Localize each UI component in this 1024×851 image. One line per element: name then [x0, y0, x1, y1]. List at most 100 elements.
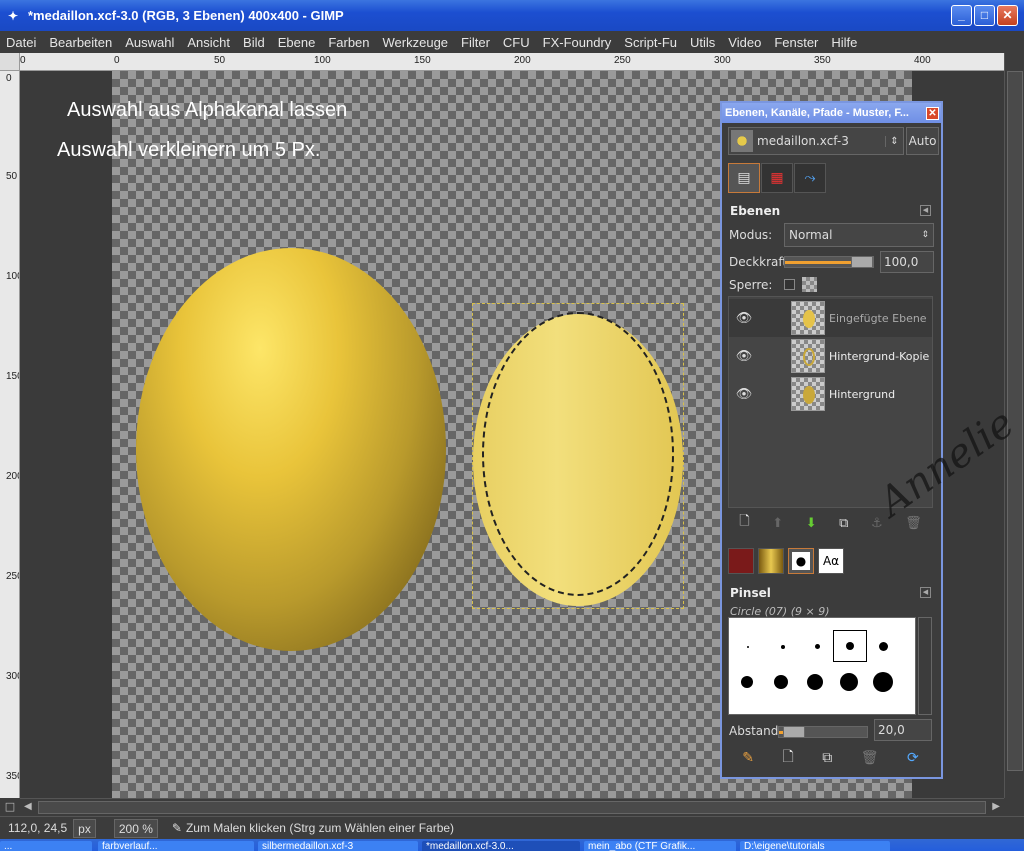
- eye-icon[interactable]: 👁: [729, 311, 759, 326]
- brush-grid[interactable]: [728, 617, 916, 715]
- brush-item[interactable]: [774, 675, 788, 689]
- taskbar-item[interactable]: *medaillon.xcf-3.0...: [422, 841, 580, 851]
- brush-item[interactable]: [741, 676, 753, 688]
- brush-item[interactable]: [807, 674, 823, 690]
- menu-fenster[interactable]: Fenster: [774, 35, 818, 50]
- navigate-icon[interactable]: [1004, 798, 1024, 816]
- menu-farben[interactable]: Farben: [328, 35, 369, 50]
- ruler-corner[interactable]: [0, 53, 20, 71]
- image-selector[interactable]: medaillon.xcf-3 ⇕: [728, 127, 904, 155]
- dock-titlebar[interactable]: Ebenen, Kanäle, Pfade - Muster, F... ✕: [722, 103, 941, 123]
- spacing-label: Abstand:: [729, 724, 783, 738]
- minimize-button[interactable]: _: [951, 5, 972, 26]
- horizontal-ruler[interactable]: 0 0 50 100 150 200 250 300 350 400: [20, 53, 1004, 71]
- tab-paths[interactable]: ⤳: [794, 163, 826, 193]
- vertical-ruler[interactable]: 0 50 100 150 200 250 300 350: [0, 71, 20, 798]
- menu-utils[interactable]: Utils: [690, 35, 715, 50]
- opacity-handle[interactable]: [851, 256, 873, 268]
- menu-filter[interactable]: Filter: [461, 35, 490, 50]
- lower-layer-icon[interactable]: ⬇: [806, 516, 817, 531]
- menu-bild[interactable]: Bild: [243, 35, 265, 50]
- tab-brushes[interactable]: ●: [788, 548, 814, 574]
- layer-row[interactable]: 👁 Eingefügte Ebene: [729, 299, 932, 337]
- lock-alpha-icon[interactable]: [802, 277, 817, 292]
- brush-item[interactable]: [879, 642, 888, 651]
- menu-video[interactable]: Video: [728, 35, 761, 50]
- brush-item[interactable]: [747, 646, 749, 648]
- menu-werkzeuge[interactable]: Werkzeuge: [383, 35, 449, 50]
- tab-patterns[interactable]: [728, 548, 754, 574]
- tab-fonts[interactable]: Aα: [818, 548, 844, 574]
- horizontal-scrollbar[interactable]: ◀ ▶: [20, 798, 1004, 816]
- spacing-slider[interactable]: [778, 726, 868, 738]
- zoom-select[interactable]: 200 %: [113, 818, 158, 838]
- menu-script-fu[interactable]: Script-Fu: [624, 35, 677, 50]
- brush-item[interactable]: [840, 673, 858, 691]
- eye-icon[interactable]: 👁: [729, 387, 759, 402]
- dock-close-button[interactable]: ✕: [926, 106, 939, 120]
- opacity-fill: [785, 261, 853, 264]
- new-layer-icon[interactable]: 🗋: [739, 512, 749, 534]
- brush-scrollbar[interactable]: [918, 617, 932, 715]
- menu-auswahl[interactable]: Auswahl: [125, 35, 174, 50]
- eye-icon[interactable]: 👁: [729, 349, 759, 364]
- delete-brush-icon[interactable]: 🗑: [861, 750, 879, 766]
- brush-item[interactable]: [781, 645, 785, 649]
- spacing-input[interactable]: 20,0: [874, 719, 932, 741]
- canvas-text-2: Auswahl verkleinern um 5 Px.: [57, 139, 321, 161]
- refresh-brushes-icon[interactable]: ⟳: [907, 750, 919, 766]
- taskbar-item[interactable]: mein_abo (CTF Grafik...: [584, 841, 736, 851]
- dropdown-icon[interactable]: ⇕: [885, 135, 903, 147]
- dropdown-icon: ⇕: [921, 230, 929, 240]
- opacity-input[interactable]: 100,0: [880, 251, 934, 273]
- close-button[interactable]: ✕: [997, 5, 1018, 26]
- channels-icon: ▦: [770, 170, 784, 186]
- auto-button[interactable]: Auto: [906, 127, 939, 155]
- menu-bearbeiten[interactable]: Bearbeiten: [49, 35, 112, 50]
- anchor-layer-icon[interactable]: ⚓: [871, 516, 883, 531]
- edit-brush-icon[interactable]: ✎: [742, 750, 754, 766]
- layer-row[interactable]: 👁 Hintergrund: [729, 375, 932, 413]
- tab-gradients[interactable]: [758, 548, 784, 574]
- ruler-label: 150: [414, 55, 431, 66]
- mode-select[interactable]: Normal ⇕: [784, 223, 934, 247]
- tab-layers[interactable]: ▤: [728, 163, 760, 193]
- brush-buttons: ✎ 🗋 ⧉ 🗑 ⟳: [728, 745, 933, 771]
- ruler-label: 350: [6, 771, 19, 782]
- menu-ebene[interactable]: Ebene: [278, 35, 316, 50]
- image-name: medaillon.xcf-3: [757, 134, 849, 148]
- menu-ansicht[interactable]: Ansicht: [187, 35, 230, 50]
- paths-icon: ⤳: [804, 170, 816, 186]
- ruler-label: 250: [6, 571, 19, 582]
- menu-datei[interactable]: Datei: [6, 35, 36, 50]
- taskbar-item[interactable]: D:\eigene\tutorials: [740, 841, 890, 851]
- duplicate-layer-icon[interactable]: ⧉: [839, 516, 848, 531]
- tab-channels[interactable]: ▦: [761, 163, 793, 193]
- raise-layer-icon[interactable]: ⬆: [772, 516, 783, 531]
- ruler-label: 100: [314, 55, 331, 66]
- opacity-slider[interactable]: [784, 256, 874, 268]
- taskbar-item[interactable]: farbverlauf...: [98, 841, 254, 851]
- brush-item[interactable]: [846, 642, 854, 650]
- brush-item[interactable]: [815, 644, 820, 649]
- maximize-button[interactable]: □: [974, 5, 995, 26]
- scrollbar-thumb[interactable]: [38, 801, 986, 814]
- menu-fx-foundry[interactable]: FX-Foundry: [543, 35, 612, 50]
- taskbar-item[interactable]: ...: [0, 841, 92, 851]
- tab-menu-icon[interactable]: ◀: [920, 587, 931, 598]
- scroll-right-icon[interactable]: ▶: [992, 801, 1000, 812]
- duplicate-brush-icon[interactable]: ⧉: [822, 750, 832, 766]
- lock-pixels-checkbox[interactable]: [784, 279, 795, 290]
- brush-dot-icon: ●: [792, 552, 810, 570]
- new-brush-icon[interactable]: 🗋: [782, 746, 793, 770]
- menu-cfu[interactable]: CFU: [503, 35, 530, 50]
- quickmask-toggle[interactable]: □: [0, 798, 20, 816]
- spacing-handle[interactable]: [783, 726, 805, 738]
- layer-row[interactable]: 👁 Hintergrund-Kopie: [729, 337, 932, 375]
- brush-item[interactable]: [873, 672, 893, 692]
- scroll-left-icon[interactable]: ◀: [24, 801, 32, 812]
- taskbar-item[interactable]: silbermedaillon.xcf-3: [258, 841, 418, 851]
- tab-menu-icon[interactable]: ◀: [920, 205, 931, 216]
- menu-hilfe[interactable]: Hilfe: [831, 35, 857, 50]
- unit-select[interactable]: px: [73, 818, 96, 838]
